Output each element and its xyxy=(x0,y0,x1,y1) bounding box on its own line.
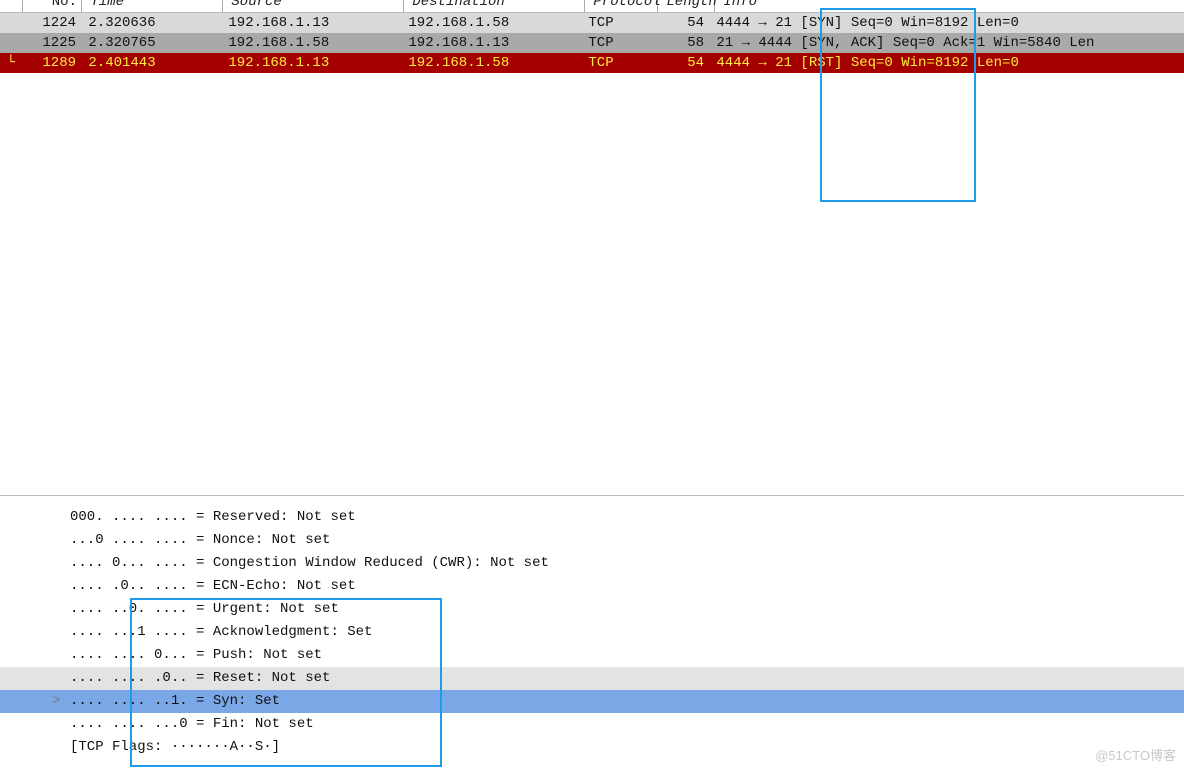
flag-line[interactable]: .... .... ...0 = Fin: Not set xyxy=(0,713,1184,736)
flag-line[interactable]: .... ..0. .... = Urgent: Not set xyxy=(0,598,1184,621)
expand-arrow-icon[interactable]: > xyxy=(52,690,60,713)
col-destination[interactable]: Destination xyxy=(404,0,585,12)
flag-line[interactable]: [TCP Flags: ·······A··S·] xyxy=(0,736,1184,759)
packet-details-pane[interactable]: 000. .... .... = Reserved: Not set...0 .… xyxy=(0,496,1184,778)
packet-list-header: No. Time Source Destination Protocol Len… xyxy=(0,0,1184,13)
packet-row[interactable]: 1224 2.320636 192.168.1.13 192.168.1.58 … xyxy=(0,13,1184,33)
packet-row[interactable]: 1225 2.320765 192.168.1.58 192.168.1.13 … xyxy=(0,33,1184,53)
col-source[interactable]: Source xyxy=(223,0,404,12)
col-no[interactable]: No. xyxy=(23,0,82,12)
col-protocol[interactable]: Protocol xyxy=(585,0,658,12)
col-length[interactable]: Length xyxy=(658,0,715,12)
flag-line[interactable]: .... 0... .... = Congestion Window Reduc… xyxy=(0,552,1184,575)
flag-line[interactable]: .... .... .0.. = Reset: Not set xyxy=(0,667,1184,690)
flag-line[interactable]: .... .... 0... = Push: Not set xyxy=(0,644,1184,667)
packet-rows: 1224 2.320636 192.168.1.13 192.168.1.58 … xyxy=(0,13,1184,73)
flag-line[interactable]: .... ...1 .... = Acknowledgment: Set xyxy=(0,621,1184,644)
flag-line[interactable]: 000. .... .... = Reserved: Not set xyxy=(0,506,1184,529)
col-time[interactable]: Time xyxy=(82,0,223,12)
col-mark[interactable] xyxy=(0,0,23,12)
flag-line[interactable]: ...0 .... .... = Nonce: Not set xyxy=(0,529,1184,552)
packet-list-pane[interactable]: No. Time Source Destination Protocol Len… xyxy=(0,0,1184,496)
flag-line[interactable]: .... .0.. .... = ECN-Echo: Not set xyxy=(0,575,1184,598)
col-info[interactable]: Info xyxy=(715,0,1184,12)
packet-row[interactable]: └1289 2.401443 192.168.1.13 192.168.1.58… xyxy=(0,53,1184,73)
flag-line[interactable]: .... .... ..1. = Syn: Set> xyxy=(0,690,1184,713)
watermark: @51CTO博客 xyxy=(1095,745,1176,764)
